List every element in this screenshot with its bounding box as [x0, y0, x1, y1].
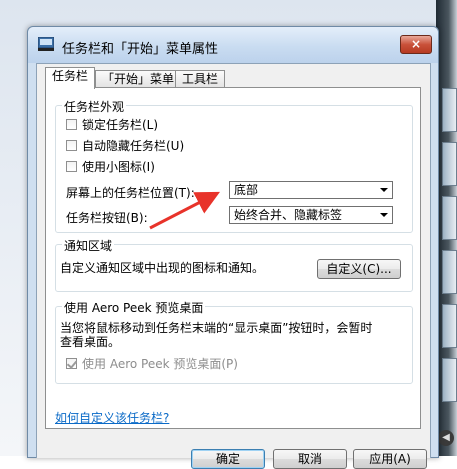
chevron-down-icon — [380, 188, 388, 192]
taskbar-app-icon — [38, 37, 54, 51]
background-icon: ◀ — [438, 430, 454, 446]
taskbar-appearance-group: 任务栏外观 锁定任务栏(L) 自动隐藏任务栏(U) 使用小图标(I) 屏幕上的任… — [55, 98, 413, 233]
aero-peek-checkbox[interactable]: 使用 Aero Peek 预览桌面(P) — [66, 355, 238, 371]
aero-peek-description-line2: 查看桌面。 — [60, 335, 121, 349]
background-strip — [442, 358, 457, 402]
help-link[interactable]: 如何自定义该任务栏? — [55, 409, 169, 426]
appearance-group-title: 任务栏外观 — [62, 98, 127, 115]
small-icons-label: 使用小图标(I) — [82, 159, 155, 174]
checkbox-box[interactable] — [66, 139, 77, 151]
checkbox-box[interactable] — [66, 357, 77, 369]
background-window-edge: ◀ — [436, 0, 457, 456]
taskbar-location-label: 屏幕上的任务栏位置(T): — [66, 186, 195, 200]
taskbar-location-value: 底部 — [234, 183, 259, 197]
aero-peek-checkbox-label: 使用 Aero Peek 预览桌面(P) — [82, 356, 238, 371]
taskbar-buttons-value: 始终合并、隐藏标签 — [234, 208, 343, 222]
notification-group-title: 通知区域 — [62, 237, 115, 254]
chevron-down-icon — [380, 213, 388, 217]
tab-taskbar[interactable]: 任务栏 — [45, 67, 96, 89]
lock-taskbar-checkbox[interactable]: 锁定任务栏(L) — [66, 116, 158, 132]
apply-button[interactable]: 应用(A) — [353, 449, 427, 469]
tab-start-menu[interactable]: 「开始」菜单 — [95, 70, 182, 88]
ok-button[interactable]: 确定 — [191, 449, 265, 469]
autohide-taskbar-label: 自动隐藏任务栏(U) — [82, 138, 185, 153]
taskbar-properties-dialog: 任务栏和「开始」菜单属性 × 任务栏 「开始」菜单 工具栏 任务栏外观 锁定任务… — [27, 26, 439, 469]
window-title: 任务栏和「开始」菜单属性 — [62, 42, 219, 57]
cancel-button[interactable]: 取消 — [273, 449, 347, 469]
notification-description: 自定义通知区域中出现的图标和通知。 — [60, 261, 265, 275]
background-strip — [442, 142, 457, 186]
title-bar[interactable]: 任务栏和「开始」菜单属性 × — [28, 27, 438, 63]
background-strip — [442, 250, 457, 294]
taskbar-location-select[interactable]: 底部 — [229, 181, 393, 199]
lock-taskbar-label: 锁定任务栏(L) — [82, 117, 159, 132]
close-button[interactable]: × — [400, 35, 432, 54]
notification-area-group: 通知区域 自定义通知区域中出现的图标和通知。 自定义(C)... — [55, 237, 413, 292]
tab-toolbars[interactable]: 工具栏 — [175, 70, 226, 88]
background-strip — [442, 88, 457, 132]
taskbar-buttons-select[interactable]: 始终合并、隐藏标签 — [229, 206, 393, 224]
close-icon: × — [410, 37, 422, 51]
customize-button[interactable]: 自定义(C)... — [317, 259, 401, 279]
dialog-client-area: 任务栏 「开始」菜单 工具栏 任务栏外观 锁定任务栏(L) 自动隐藏任务栏(U)… — [36, 63, 431, 469]
aero-peek-group-title: 使用 Aero Peek 预览桌面 — [62, 299, 206, 316]
checkbox-box[interactable] — [66, 118, 77, 130]
taskbar-buttons-label: 任务栏按钮(B): — [66, 211, 148, 225]
background-strip — [442, 304, 457, 348]
autohide-taskbar-checkbox[interactable]: 自动隐藏任务栏(U) — [66, 137, 184, 153]
taskbar-tab-panel: 任务栏外观 锁定任务栏(L) 自动隐藏任务栏(U) 使用小图标(I) 屏幕上的任… — [45, 87, 421, 429]
checkbox-box[interactable] — [66, 160, 77, 172]
aero-peek-group: 使用 Aero Peek 预览桌面 当您将鼠标移动到任务栏末端的“显示桌面”按钮… — [55, 299, 413, 384]
background-strip — [442, 196, 457, 240]
small-icons-checkbox[interactable]: 使用小图标(I) — [66, 158, 155, 174]
